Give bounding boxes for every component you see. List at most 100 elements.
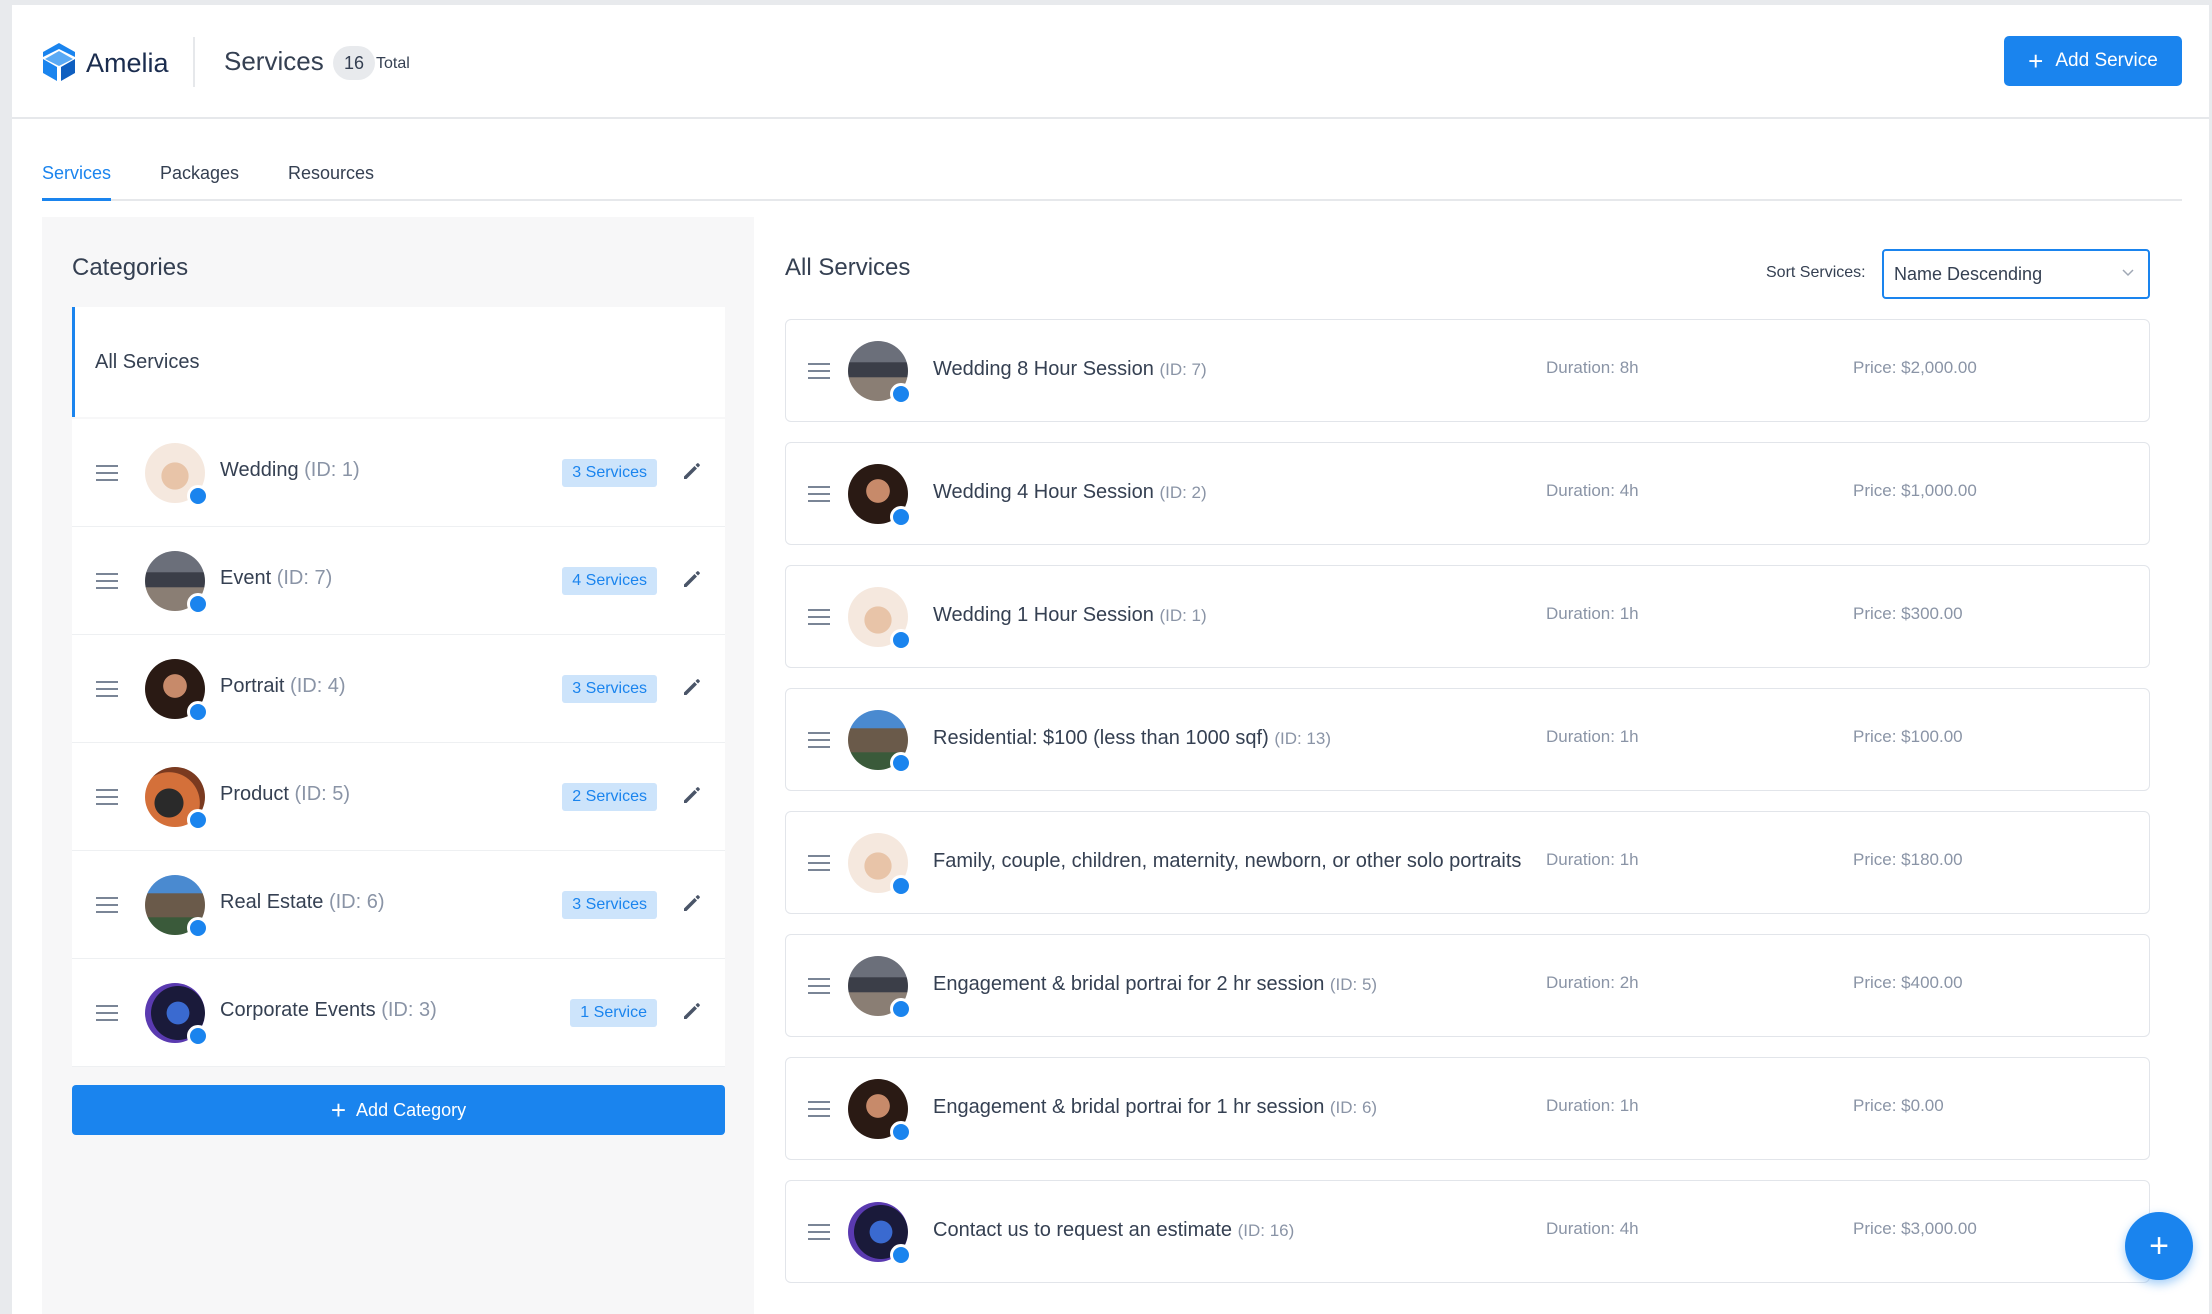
add-category-button[interactable]: + Add Category [72,1085,725,1135]
thumbnail-image [145,443,209,507]
service-price: Price: $180.00 [1853,850,1963,869]
services-title: All Services [785,254,911,281]
drag-handle-icon[interactable] [808,1224,830,1240]
category-id: (ID: 7) [276,567,333,589]
category-id: (ID: 6) [328,891,385,913]
thumbnail-image [848,587,912,651]
service-price: Price: $2,000.00 [1853,358,1977,377]
amelia-logo-icon [43,43,75,81]
drag-handle-icon[interactable] [808,978,830,994]
floating-add-button[interactable]: + [2125,1212,2193,1280]
edit-pencil-icon[interactable] [681,460,703,482]
tab-packages[interactable]: Packages [160,163,239,201]
category-row[interactable]: Real Estate (ID: 6) 3 Services [72,851,725,959]
service-label: Engagement & bridal portrai for 2 hr ses… [933,973,1330,995]
category-row[interactable]: Wedding (ID: 1) 3 Services [72,419,725,527]
drag-handle-icon[interactable] [96,897,118,913]
window-frame-left [0,0,12,1314]
category-id: (ID: 4) [290,675,346,697]
service-id: (ID: 1) [1159,606,1207,625]
thumbnail-image [848,956,912,1020]
add-service-button[interactable]: + Add Service [2004,36,2182,86]
service-id: (ID: 16) [1237,1221,1295,1240]
service-name: Wedding 8 Hour Session (ID: 7) [933,358,1207,381]
category-name: Corporate Events (ID: 3) [220,999,437,1022]
category-row[interactable]: Product (ID: 5) 2 Services [72,743,725,851]
category-id: (ID: 5) [294,783,351,805]
service-duration: Duration: 8h [1546,358,1639,377]
drag-handle-icon[interactable] [96,465,118,481]
category-row[interactable]: Event (ID: 7) 4 Services [72,527,725,635]
service-label: Residential: $100 (less than 1000 sqf) [933,727,1275,749]
edit-pencil-icon[interactable] [681,892,703,914]
category-name: Real Estate (ID: 6) [220,891,385,914]
service-price: Price: $400.00 [1853,973,1963,992]
service-row[interactable]: Family, couple, children, maternity, new… [785,811,2150,914]
drag-handle-icon[interactable] [808,486,830,502]
sort-select[interactable]: Name Descending [1882,249,2150,299]
drag-handle-icon[interactable] [808,1101,830,1117]
tab-services[interactable]: Services [42,163,112,201]
service-row[interactable]: Wedding 4 Hour Session (ID: 2) Duration: … [785,442,2150,545]
status-dot-icon [890,1121,912,1143]
status-dot-icon [187,701,209,723]
tab-resources[interactable]: Resources [288,163,374,201]
service-price: Price: $300.00 [1853,604,1963,623]
page-title: Services [224,46,324,76]
service-row[interactable]: Engagement & bridal portrai for 2 hr ses… [785,934,2150,1037]
thumbnail-image [848,1202,912,1266]
edit-pencil-icon[interactable] [681,784,703,806]
category-row[interactable]: Corporate Events (ID: 3) 1 Service [72,959,725,1067]
service-row[interactable]: Wedding 1 Hour Session (ID: 1) Duration: … [785,565,2150,668]
service-count-badge: 3 Services [562,459,657,487]
service-row[interactable]: Engagement & bridal portrai for 1 hr ses… [785,1057,2150,1160]
category-name: Wedding (ID: 1) [220,459,360,482]
chevron-down-icon [2122,269,2134,277]
service-name: Residential: $100 (less than 1000 sqf) (… [933,727,1331,750]
category-label: Wedding [220,459,305,481]
service-id: (ID: 5) [1329,975,1378,994]
service-row[interactable]: Contact us to request an estimate (ID: 1… [785,1180,2150,1283]
drag-handle-icon[interactable] [808,732,830,748]
service-id: (ID: 13) [1274,729,1332,748]
drag-handle-icon[interactable] [808,609,830,625]
service-id: (ID: 2) [1159,483,1207,502]
thumbnail-image [848,710,912,774]
drag-handle-icon[interactable] [96,789,118,805]
edit-pencil-icon[interactable] [681,568,703,590]
category-label: Real Estate [220,891,329,913]
tab-bar: Services Packages Resources [42,150,2182,201]
drag-handle-icon[interactable] [96,573,118,589]
status-dot-icon [187,1025,209,1047]
drag-handle-icon[interactable] [96,681,118,697]
service-count-badge: 2 Services [562,783,657,811]
drag-handle-icon[interactable] [808,855,830,871]
service-label: Family, couple, children, maternity, new… [933,850,1522,872]
service-row[interactable]: Residential: $100 (less than 1000 sqf) (… [785,688,2150,791]
service-name: Contact us to request an estimate (ID: 1… [933,1219,1294,1242]
status-dot-icon [890,875,912,897]
drag-handle-icon[interactable] [808,363,830,379]
service-label: Engagement & bridal portrai for 1 hr ses… [933,1096,1330,1118]
service-label: Wedding 4 Hour Session [933,481,1160,503]
service-price: Price: $1,000.00 [1853,481,1977,500]
service-count-badge: 3 Services [562,675,657,703]
service-name: Family, couple, children, maternity, new… [933,850,1521,873]
all-services-category[interactable]: All Services [72,307,725,417]
categories-title: Categories [72,254,189,281]
drag-handle-icon[interactable] [96,1005,118,1021]
brand-name: Amelia [86,48,169,78]
service-duration: Duration: 1h [1546,1096,1639,1115]
category-row[interactable]: Portrait (ID: 4) 3 Services [72,635,725,743]
service-name: Wedding 4 Hour Session (ID: 2) [933,481,1207,504]
thumbnail-image [145,659,209,723]
edit-pencil-icon[interactable] [681,676,703,698]
status-dot-icon [187,485,209,507]
thumbnail-image [145,875,209,939]
service-row[interactable]: Wedding 8 Hour Session (ID: 7) Duration: … [785,319,2150,422]
categories-panel: Categories All Services Wedding (ID: 1) 3… [42,217,754,1314]
thumbnail-image [145,767,209,831]
status-dot-icon [890,1244,912,1266]
service-duration: Duration: 1h [1546,604,1639,623]
edit-pencil-icon[interactable] [681,1000,703,1022]
